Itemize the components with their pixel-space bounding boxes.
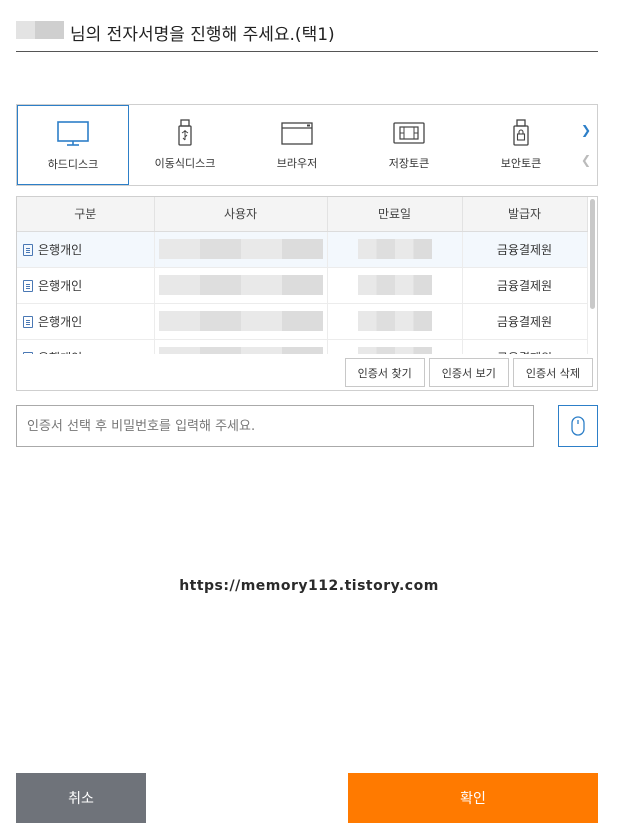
table-row[interactable]: 은행개인 금융결제원 bbox=[17, 339, 588, 355]
cert-issuer: 금융결제원 bbox=[462, 267, 588, 304]
header: 님의 전자서명을 진행해 주세요.(택1) bbox=[16, 16, 598, 52]
cert-type: 은행개인 bbox=[38, 351, 82, 355]
certificate-icon bbox=[23, 279, 33, 292]
certificate-actions: 인증서 찾기 인증서 보기 인증서 삭제 bbox=[344, 358, 593, 387]
masked-user-name bbox=[16, 21, 64, 39]
column-header: 사용자 bbox=[154, 197, 328, 232]
view-certificate-button[interactable]: 인증서 보기 bbox=[428, 358, 509, 387]
chevron-right-icon[interactable]: ❯ bbox=[581, 123, 591, 137]
masked-user bbox=[158, 311, 323, 331]
table-row[interactable]: 은행개인 금융결제원 bbox=[17, 267, 588, 304]
storage-label: 이동식디스크 bbox=[154, 157, 216, 170]
table-row[interactable]: 은행개인 금융결제원 bbox=[17, 303, 588, 340]
storage-item-removable[interactable]: 이동식디스크 bbox=[129, 105, 241, 185]
storage-label: 하드디스크 bbox=[47, 158, 99, 171]
table-scrollbar[interactable] bbox=[590, 199, 595, 309]
column-header: 만료일 bbox=[327, 197, 463, 232]
table-header: 구분 사용자 만료일 발급자 bbox=[17, 197, 588, 232]
masked-expiry bbox=[357, 347, 432, 354]
cert-type: 은행개인 bbox=[38, 242, 83, 257]
certificate-table: 구분 사용자 만료일 발급자 은행개인 금융결제원 은행개인 금융결제원 은행개… bbox=[17, 197, 588, 354]
cert-issuer: 금융결제원 bbox=[462, 231, 588, 268]
cert-issuer: 금융결제원 bbox=[462, 339, 588, 354]
confirm-button[interactable]: 확인 bbox=[348, 773, 598, 823]
storage-label: 저장토큰 bbox=[388, 157, 430, 170]
usb-icon bbox=[178, 119, 192, 146]
certificate-icon bbox=[23, 315, 33, 328]
lock-usb-icon bbox=[513, 119, 529, 146]
certificate-table-viewport: 구분 사용자 만료일 발급자 은행개인 금융결제원 은행개인 금융결제원 은행개… bbox=[17, 197, 597, 354]
password-input[interactable] bbox=[16, 405, 534, 447]
watermark: https://memory112.tistory.com bbox=[179, 578, 439, 594]
cert-type: 은행개인 bbox=[38, 314, 83, 329]
token-icon bbox=[393, 122, 425, 144]
monitor-icon bbox=[57, 121, 89, 146]
virtual-keyboard-button[interactable] bbox=[558, 405, 598, 447]
cancel-button[interactable]: 취소 bbox=[16, 773, 146, 823]
masked-expiry bbox=[357, 239, 432, 259]
column-header: 발급자 bbox=[462, 197, 588, 232]
delete-certificate-button[interactable]: 인증서 삭제 bbox=[512, 358, 593, 387]
storage-item-security-token[interactable]: 보안토큰 bbox=[465, 105, 577, 185]
find-certificate-button[interactable]: 인증서 찾기 bbox=[344, 358, 425, 387]
masked-expiry bbox=[357, 311, 432, 331]
masked-user bbox=[158, 239, 323, 259]
certificate-list: 구분 사용자 만료일 발급자 은행개인 금융결제원 은행개인 금융결제원 은행개… bbox=[16, 196, 598, 391]
storage-label: 브라우저 bbox=[276, 157, 318, 170]
cert-type: 은행개인 bbox=[38, 278, 83, 293]
masked-user bbox=[158, 275, 323, 295]
masked-expiry bbox=[357, 275, 432, 295]
storage-selector: 하드디스크 이동식디스크 브라우저 저장토큰 보안토큰 ❯ ❮ bbox=[16, 104, 598, 186]
column-header: 구분 bbox=[17, 197, 155, 232]
masked-user bbox=[158, 347, 323, 354]
storage-label: 보안토큰 bbox=[500, 157, 542, 170]
certificate-icon bbox=[23, 243, 33, 256]
page-title: 님의 전자서명을 진행해 주세요.(택1) bbox=[70, 25, 335, 45]
storage-item-harddisk[interactable]: 하드디스크 bbox=[17, 105, 129, 185]
browser-icon bbox=[281, 122, 313, 145]
cert-issuer: 금융결제원 bbox=[462, 303, 588, 340]
chevron-left-icon[interactable]: ❮ bbox=[581, 153, 591, 167]
mouse-icon bbox=[571, 416, 585, 436]
table-row[interactable]: 은행개인 금융결제원 bbox=[17, 231, 588, 268]
storage-item-save-token[interactable]: 저장토큰 bbox=[353, 105, 465, 185]
storage-item-browser[interactable]: 브라우저 bbox=[241, 105, 353, 185]
certificate-icon bbox=[23, 351, 33, 354]
